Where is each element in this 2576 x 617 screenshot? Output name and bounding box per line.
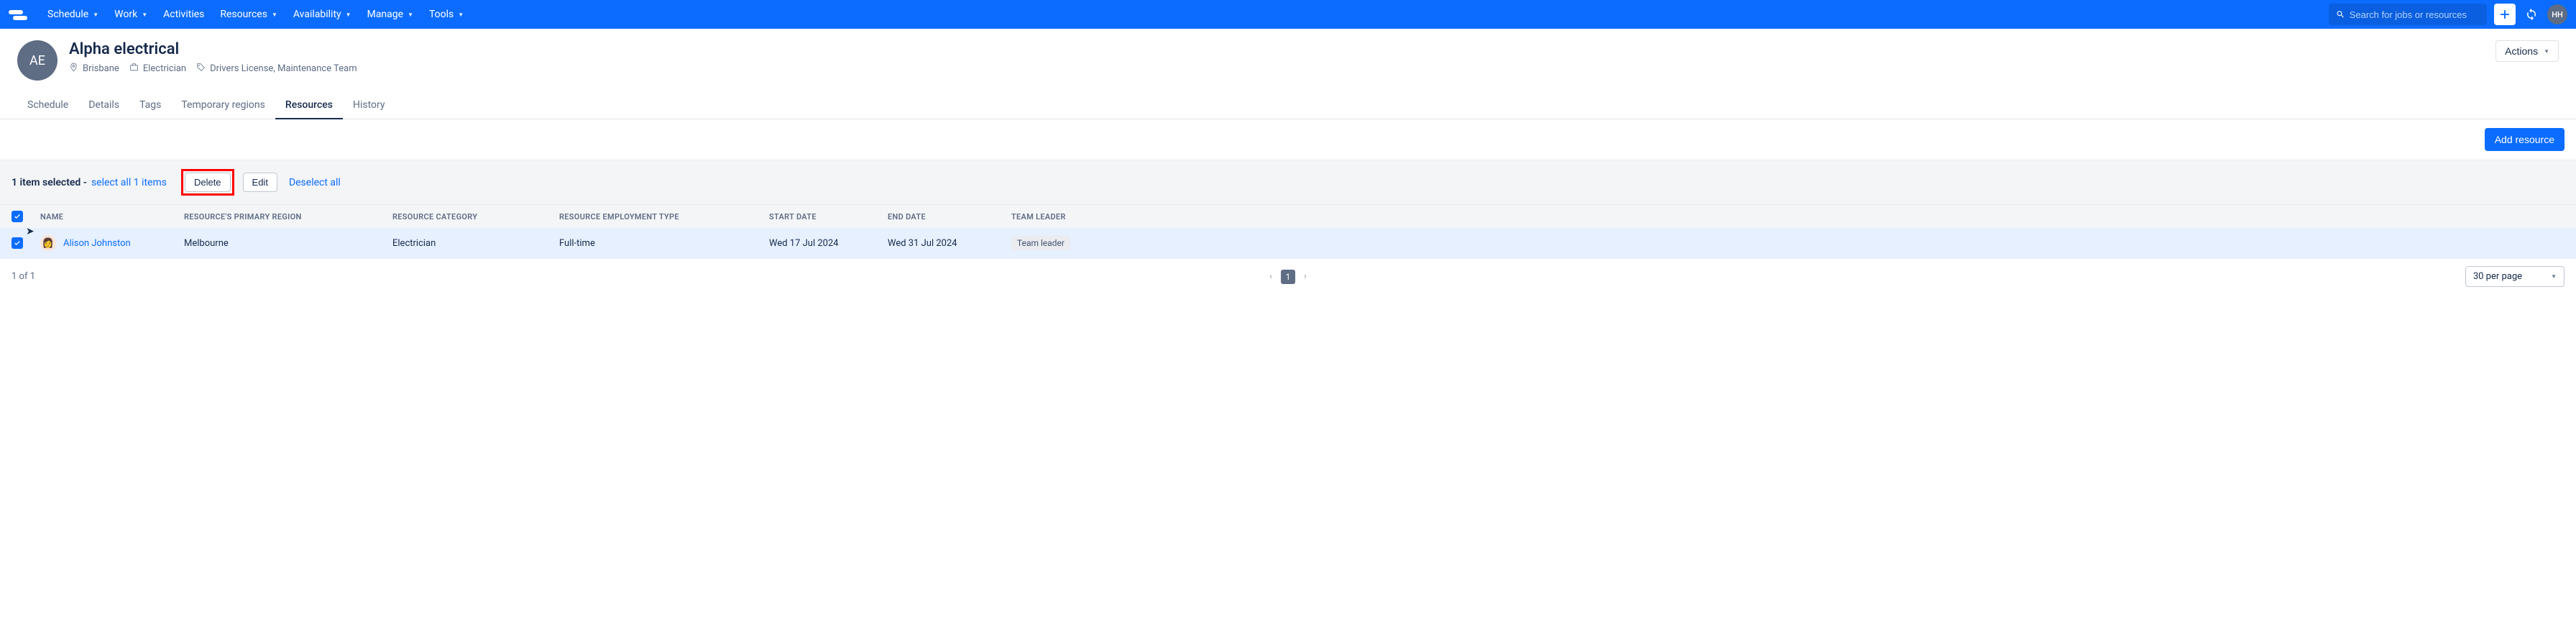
edit-button[interactable]: Edit	[243, 173, 277, 192]
chevron-down-icon: ▼	[458, 12, 464, 18]
nav-activities[interactable]: Activities	[156, 4, 211, 24]
sync-button[interactable]	[2523, 6, 2540, 23]
team-leader-badge: Team leader	[1011, 236, 1070, 250]
nav-menu: Schedule▼ Work▼ Activities Resources▼ Av…	[40, 4, 2329, 24]
add-resource-button[interactable]: Add resource	[2485, 128, 2564, 151]
page-header: AE Alpha electrical Brisbane Electrician…	[0, 29, 2576, 81]
chevron-down-icon: ▼	[142, 12, 147, 18]
nav-work[interactable]: Work▼	[107, 4, 155, 24]
paginator: ‹ 1 ›	[1265, 270, 1311, 284]
nav-availability[interactable]: Availability▼	[286, 4, 359, 24]
col-category[interactable]: Resource Category	[392, 212, 559, 221]
col-start-date[interactable]: Start Date	[769, 212, 888, 221]
cell-category: Electrician	[392, 238, 559, 249]
selection-bar: 1 item selected - select all 1 items Del…	[0, 160, 2576, 205]
sync-icon	[2525, 8, 2538, 21]
select-all-link[interactable]: select all 1 items	[91, 177, 167, 188]
table-row[interactable]: 👩 Alison Johnston Melbourne Electrician …	[0, 228, 2576, 259]
search-input[interactable]	[2350, 9, 2480, 20]
pagination: 1 of 1 ‹ 1 › 30 per page ▼	[0, 259, 2576, 294]
chevron-down-icon: ▼	[2551, 273, 2557, 280]
col-employment[interactable]: Resource Employment Type	[559, 212, 769, 221]
meta-location: Brisbane	[69, 63, 119, 75]
add-button[interactable]	[2494, 4, 2516, 25]
add-resource-row: Add resource	[0, 119, 2576, 160]
page-title: Alpha electrical	[69, 40, 2484, 58]
entity-avatar: AE	[17, 40, 58, 81]
delete-button[interactable]: Delete	[185, 173, 231, 192]
next-page[interactable]: ›	[1300, 270, 1311, 283]
prev-page[interactable]: ‹	[1265, 270, 1276, 283]
selection-count: 1 item selected -	[12, 177, 87, 188]
app-logo[interactable]	[9, 8, 29, 21]
chevron-down-icon: ▼	[408, 12, 413, 18]
select-all-checkbox[interactable]	[12, 211, 23, 222]
table-header: Name Resource's Primary Region Resource …	[0, 205, 2576, 228]
tab-tags[interactable]: Tags	[129, 93, 171, 119]
nav-resources[interactable]: Resources▼	[213, 4, 285, 24]
chevron-down-icon: ▼	[272, 12, 277, 18]
tab-temporary-regions[interactable]: Temporary regions	[171, 93, 275, 119]
nav-schedule[interactable]: Schedule▼	[40, 4, 106, 24]
cell-employment: Full-time	[559, 238, 769, 249]
nav-tools[interactable]: Tools▼	[422, 4, 471, 24]
tabs: Schedule Details Tags Temporary regions …	[0, 81, 2576, 119]
tab-schedule[interactable]: Schedule	[17, 93, 78, 119]
tab-history[interactable]: History	[343, 93, 395, 119]
search-icon	[2336, 9, 2345, 19]
col-team-leader[interactable]: Team Leader	[1011, 212, 2564, 221]
resources-table: Name Resource's Primary Region Resource …	[0, 205, 2576, 259]
check-icon	[14, 239, 21, 247]
cell-start-date: Wed 17 Jul 2024	[769, 238, 888, 249]
col-region[interactable]: Resource's Primary Region	[184, 212, 392, 221]
search-box[interactable]	[2329, 4, 2487, 25]
chevron-down-icon: ▼	[93, 12, 98, 18]
col-name[interactable]: Name	[40, 212, 184, 221]
check-icon	[14, 213, 21, 220]
page-number[interactable]: 1	[1281, 270, 1295, 284]
col-end-date[interactable]: End Date	[888, 212, 1011, 221]
page-info: 1 of 1	[12, 271, 35, 282]
plus-icon	[2498, 8, 2511, 21]
per-page-select[interactable]: 30 per page ▼	[2465, 266, 2564, 287]
delete-highlight: Delete	[181, 169, 234, 196]
tag-icon	[196, 63, 206, 75]
top-navbar: Schedule▼ Work▼ Activities Resources▼ Av…	[0, 0, 2576, 29]
nav-right: HH	[2329, 4, 2567, 25]
chevron-down-icon: ▼	[346, 12, 351, 18]
resource-avatar: 👩	[40, 235, 56, 251]
nav-manage[interactable]: Manage▼	[360, 4, 420, 24]
meta-tags: Drivers License, Maintenance Team	[196, 63, 356, 75]
location-icon	[69, 63, 78, 75]
tab-resources[interactable]: Resources	[275, 93, 343, 119]
briefcase-icon	[129, 63, 139, 75]
cell-end-date: Wed 31 Jul 2024	[888, 238, 1011, 249]
deselect-all-link[interactable]: Deselect all	[289, 177, 341, 188]
tab-details[interactable]: Details	[78, 93, 129, 119]
resource-name-link[interactable]: Alison Johnston	[63, 238, 131, 249]
row-checkbox[interactable]	[12, 237, 23, 249]
actions-button[interactable]: Actions ▼	[2496, 40, 2559, 62]
user-avatar[interactable]: HH	[2547, 4, 2567, 24]
cell-region: Melbourne	[184, 238, 392, 249]
meta-row: Brisbane Electrician Drivers License, Ma…	[69, 63, 2484, 75]
meta-role: Electrician	[129, 63, 186, 75]
chevron-down-icon: ▼	[2544, 48, 2549, 55]
cell-team-leader: Team leader	[1011, 236, 2564, 250]
